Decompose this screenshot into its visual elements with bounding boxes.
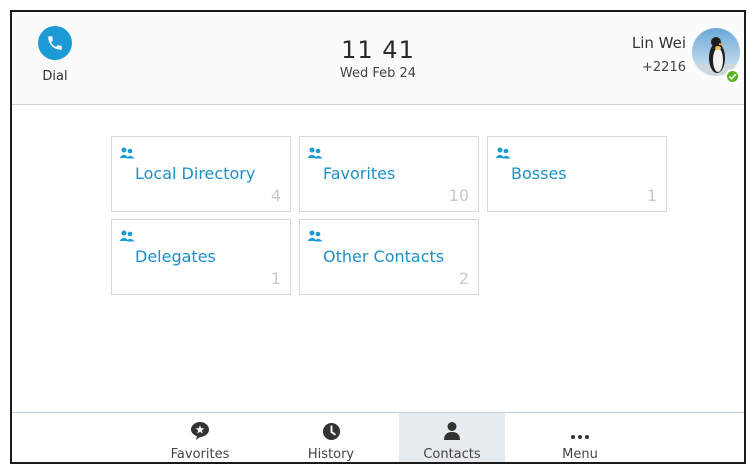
directory-count: 10: [448, 186, 469, 205]
contacts-group-icon: [119, 144, 135, 163]
directory-label: Other Contacts: [323, 247, 445, 266]
phone-icon: [38, 26, 72, 60]
clock: 11 41 Wed Feb 24: [312, 36, 444, 81]
directory-tile-other-contacts[interactable]: Other Contacts 2: [299, 219, 479, 295]
more-icon: [527, 413, 633, 441]
star-bubble-icon: [147, 413, 253, 441]
directory-tile-local-directory[interactable]: Local Directory 4: [111, 136, 291, 212]
clock-date: Wed Feb 24: [339, 66, 417, 81]
nav-tab-favorites[interactable]: Favorites: [147, 413, 253, 462]
directory-tile-favorites[interactable]: Favorites 10: [299, 136, 479, 212]
user-info: Lin Wei +2216: [632, 34, 686, 75]
phone-screen: Dial 11 41 Wed Feb 24 Lin Wei +2216 Loca…: [10, 10, 746, 464]
nav-label: History: [307, 447, 355, 462]
directory-label: Local Directory: [135, 164, 256, 183]
contacts-group-icon: [119, 227, 135, 246]
directory-count: 4: [270, 186, 281, 205]
directory-count: 2: [458, 269, 469, 288]
directory-label: Bosses: [511, 164, 567, 183]
contacts-group-icon: [307, 144, 323, 163]
nav-tab-history[interactable]: History: [278, 413, 384, 462]
directory-label: Delegates: [135, 247, 216, 266]
nav-label: Favorites: [170, 447, 230, 462]
clock-icon: [278, 413, 384, 441]
directory-tile-bosses[interactable]: Bosses 1: [487, 136, 667, 212]
status-header: Dial 11 41 Wed Feb 24 Lin Wei +2216: [12, 12, 744, 105]
bottom-nav: Favorites History Contacts Menu: [12, 412, 744, 462]
directory-count: 1: [646, 186, 657, 205]
presence-check-icon: [725, 69, 740, 84]
clock-time: 11 41: [341, 36, 415, 64]
dial-button[interactable]: Dial: [34, 26, 76, 84]
user-name: Lin Wei: [631, 34, 686, 52]
user-extension: +2216: [642, 60, 686, 75]
nav-label: Menu: [562, 447, 598, 462]
person-icon: [399, 413, 505, 441]
directory-tile-delegates[interactable]: Delegates 1: [111, 219, 291, 295]
nav-tab-contacts[interactable]: Contacts: [399, 413, 505, 462]
nav-tab-menu[interactable]: Menu: [527, 413, 633, 462]
directory-count: 1: [270, 269, 281, 288]
directory-label: Favorites: [323, 164, 396, 183]
contacts-group-icon: [495, 144, 511, 163]
contacts-group-icon: [307, 227, 323, 246]
dial-label: Dial: [42, 69, 68, 84]
nav-label: Contacts: [423, 447, 481, 462]
